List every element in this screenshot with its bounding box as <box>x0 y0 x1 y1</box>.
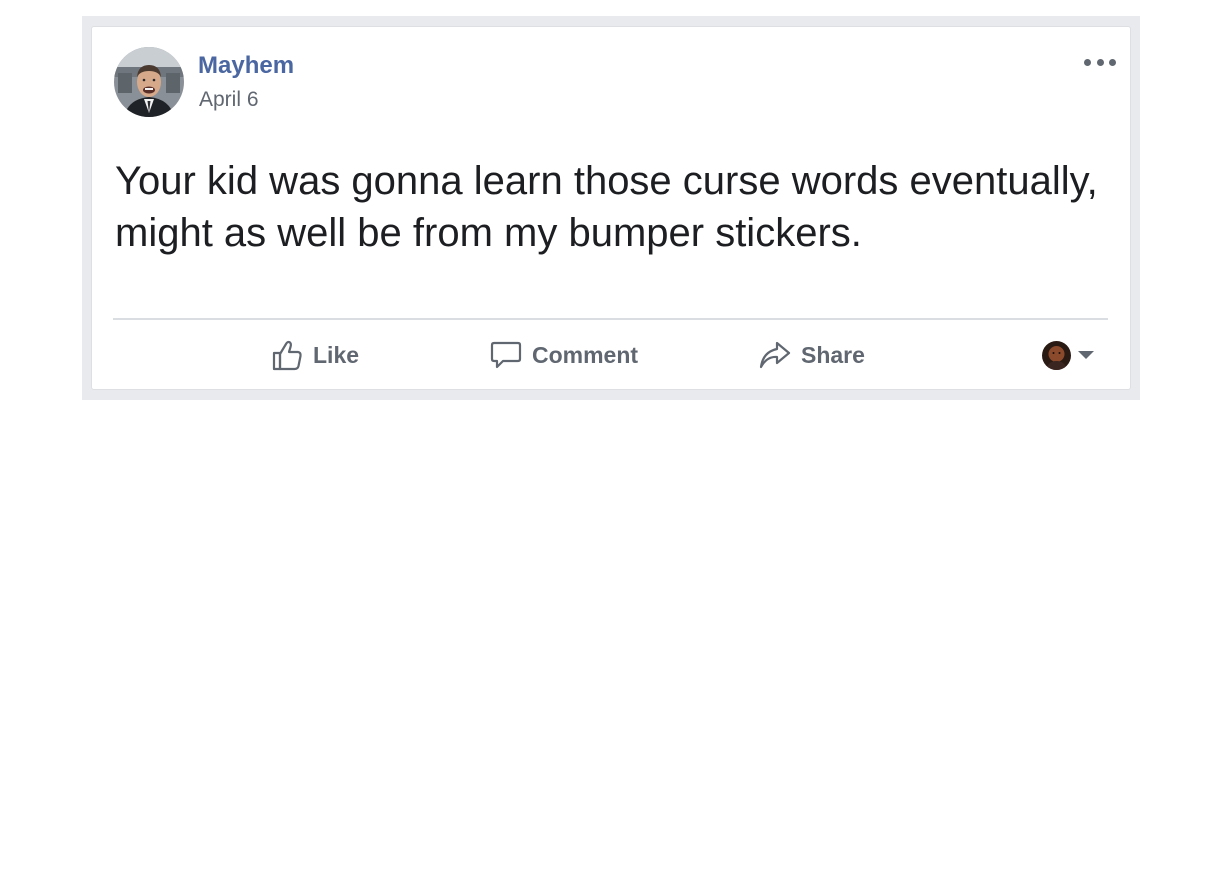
speech-bubble-icon <box>490 339 522 371</box>
author-avatar-image <box>114 47 184 117</box>
divider <box>113 318 1108 320</box>
post-text: Your kid was gonna learn those curse wor… <box>115 159 1098 255</box>
reaction-profile-selector[interactable] <box>1042 340 1094 370</box>
like-button[interactable]: Like <box>271 333 359 377</box>
share-label: Share <box>801 341 865 368</box>
share-button[interactable]: Share <box>759 333 865 377</box>
current-user-avatar <box>1042 340 1071 370</box>
like-label: Like <box>313 341 360 368</box>
chevron-down-icon <box>1078 351 1094 359</box>
thumbs-up-icon <box>271 339 303 371</box>
more-dot <box>1084 58 1091 66</box>
share-arrow-icon <box>759 339 791 371</box>
author-name[interactable]: Mayhem <box>198 52 294 80</box>
more-dot <box>1109 58 1116 66</box>
more-options-icon[interactable] <box>1084 53 1116 71</box>
more-dot <box>1096 58 1104 66</box>
author-avatar[interactable] <box>114 47 184 117</box>
comment-label: Comment <box>532 341 639 368</box>
post-card: Mayhem April 6 Your kid was gonna learn … <box>91 26 1131 390</box>
post-date[interactable]: April 6 <box>199 88 259 112</box>
comment-button[interactable]: Comment <box>490 333 638 377</box>
